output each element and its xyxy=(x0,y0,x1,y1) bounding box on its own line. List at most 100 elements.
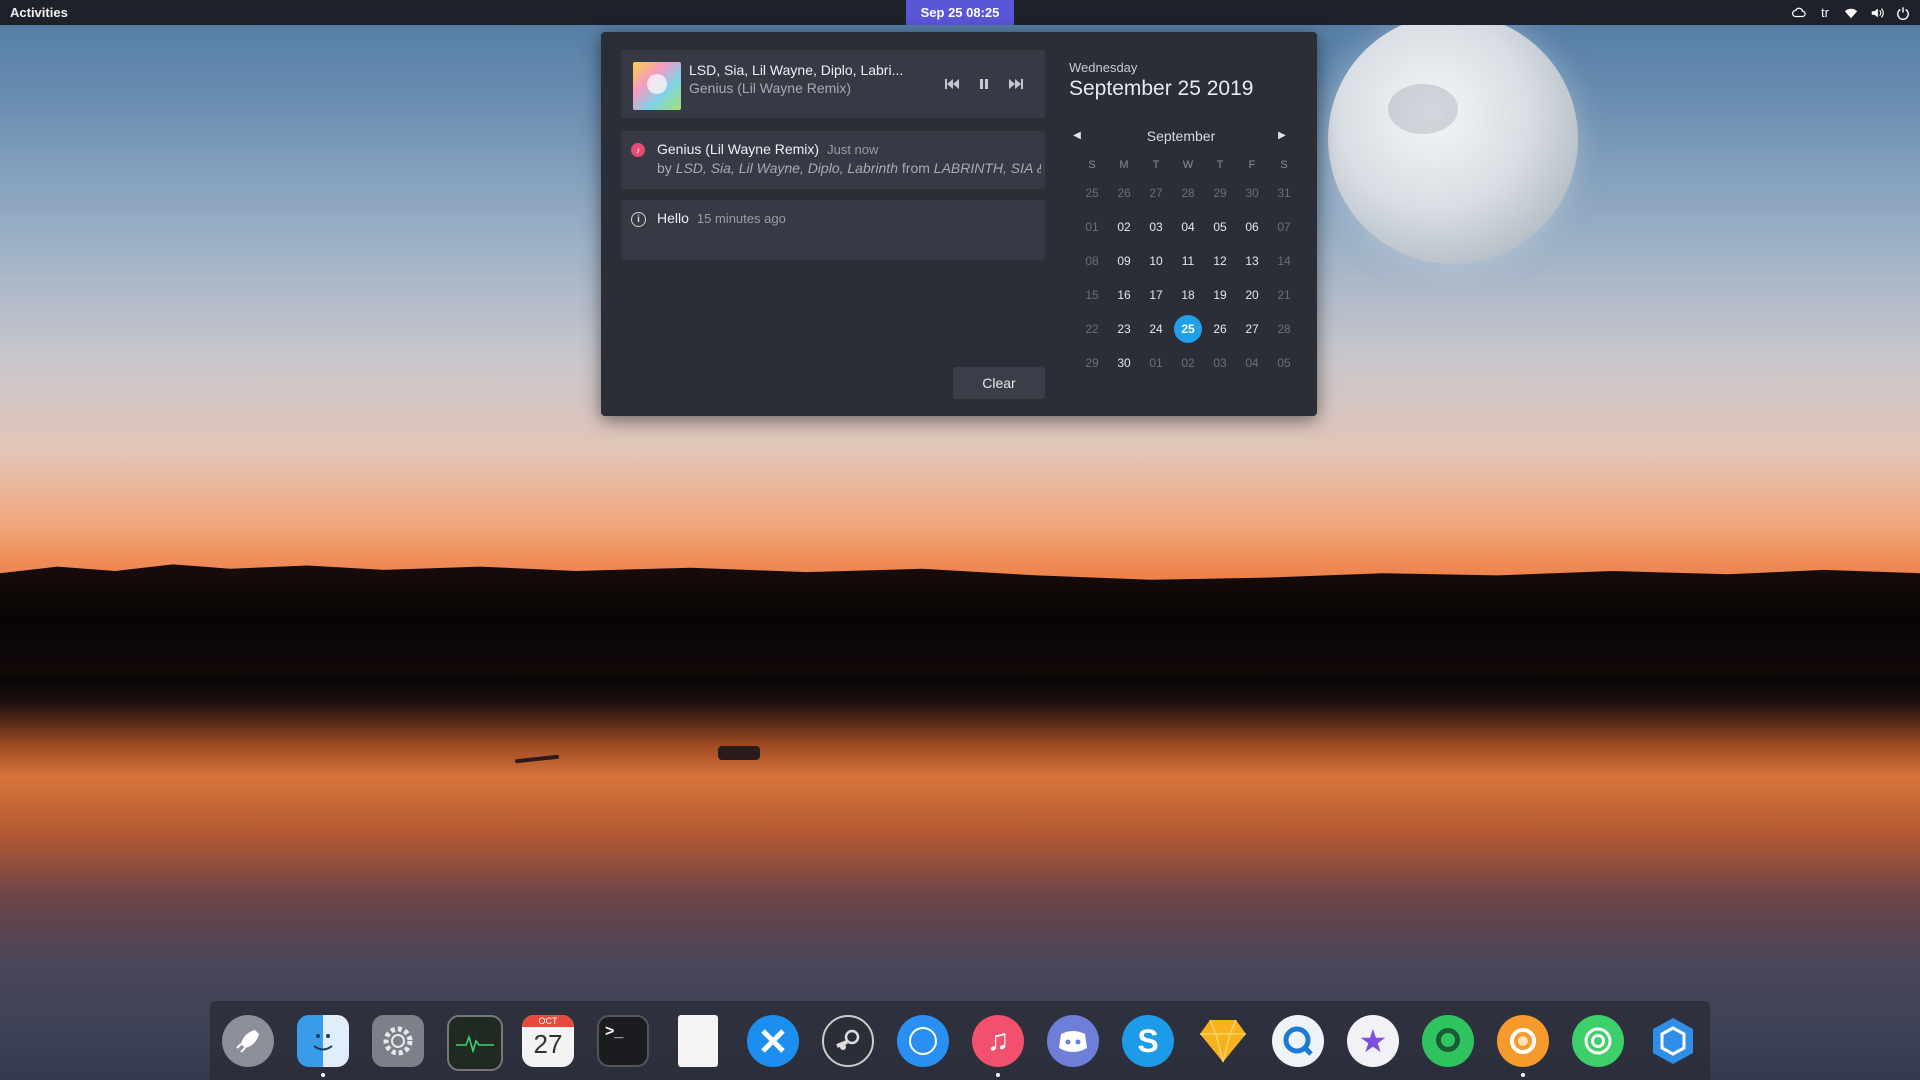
dock-item-blue-hex[interactable] xyxy=(1647,1015,1699,1067)
calendar-day[interactable]: 10 xyxy=(1139,244,1173,278)
dock-item-skype[interactable]: S xyxy=(1122,1015,1174,1067)
calendar-day[interactable]: 04 xyxy=(1171,210,1205,244)
calendar-day-number: 10 xyxy=(1149,254,1163,268)
dock-item-orange-ring[interactable] xyxy=(1497,1015,1549,1077)
dock-item-calendar[interactable]: OCT 27 xyxy=(522,1015,574,1067)
calendar-day[interactable]: 13 xyxy=(1235,244,1269,278)
calendar-day[interactable]: 16 xyxy=(1107,278,1141,312)
calendar-day[interactable]: 03 xyxy=(1139,210,1173,244)
notification-body-prefix: by xyxy=(657,160,676,176)
media-player-card[interactable]: LSD, Sia, Lil Wayne, Diplo, Labri... Gen… xyxy=(621,50,1045,118)
dock-item-green-ring[interactable] xyxy=(1572,1015,1624,1067)
next-month-icon[interactable]: ▶ xyxy=(1274,128,1290,144)
calendar-day-number: 22 xyxy=(1085,322,1099,336)
dock: OCT 27 >_ ♫ S ★ xyxy=(210,1001,1710,1080)
calendar-day[interactable]: 12 xyxy=(1203,244,1237,278)
pause-icon[interactable] xyxy=(975,75,993,93)
language-indicator[interactable]: tr xyxy=(1818,4,1832,22)
dock-item-safari[interactable] xyxy=(897,1015,949,1067)
calendar-day[interactable]: 02 xyxy=(1171,346,1205,380)
calendar-day-today[interactable]: 25 xyxy=(1171,312,1205,346)
document-icon xyxy=(678,1015,718,1067)
calendar-day-number: 14 xyxy=(1277,254,1291,268)
calendar-day[interactable]: 05 xyxy=(1267,346,1301,380)
calendar-day-number: 01 xyxy=(1149,356,1163,370)
weekday-header: S xyxy=(1280,159,1288,171)
calendar-day-number: 11 xyxy=(1181,254,1195,268)
activities-button[interactable]: Activities xyxy=(10,0,68,25)
calendar-day[interactable]: 07 xyxy=(1267,210,1301,244)
calendar-full-date[interactable]: September 25 2019 xyxy=(1069,77,1253,101)
previous-track-icon[interactable] xyxy=(943,75,961,93)
music-notification[interactable]: ♪ Genius (Lil Wayne Remix) Just now by LS… xyxy=(621,131,1045,189)
next-track-icon[interactable] xyxy=(1007,75,1025,93)
calendar-day[interactable]: 19 xyxy=(1203,278,1237,312)
calendar-day-number: 07 xyxy=(1277,220,1291,234)
calendar-day[interactable]: 26 xyxy=(1203,312,1237,346)
calendar-day[interactable]: 23 xyxy=(1107,312,1141,346)
calendar-day-number: 29 xyxy=(1213,186,1227,200)
calendar-day[interactable]: 30 xyxy=(1235,176,1269,210)
dock-item-imovie[interactable]: ★ xyxy=(1347,1015,1399,1067)
calendar-day[interactable]: 02 xyxy=(1107,210,1141,244)
media-artist: LSD, Sia, Lil Wayne, Diplo, Labri... xyxy=(689,62,904,78)
calendar-day[interactable]: 01 xyxy=(1139,346,1173,380)
dock-item-finder[interactable] xyxy=(297,1015,349,1077)
calendar-day[interactable]: 20 xyxy=(1235,278,1269,312)
dock-item-green-chat[interactable] xyxy=(1422,1015,1474,1067)
dock-item-system-preferences[interactable] xyxy=(372,1015,424,1067)
calendar-day[interactable]: 30 xyxy=(1107,346,1141,380)
hello-notification[interactable]: i Hello 15 minutes ago xyxy=(621,200,1045,260)
calendar-day[interactable]: 05 xyxy=(1203,210,1237,244)
notification-body: by LSD, Sia, Lil Wayne, Diplo, Labrinth … xyxy=(657,160,1041,176)
calendar-day[interactable]: 31 xyxy=(1267,176,1301,210)
calendar-day[interactable]: 03 xyxy=(1203,346,1237,380)
calendar-day[interactable]: 01 xyxy=(1075,210,1109,244)
power-icon[interactable] xyxy=(1896,4,1910,22)
dock-item-steam[interactable] xyxy=(822,1015,874,1067)
calendar-day[interactable]: 27 xyxy=(1139,176,1173,210)
dock-item-discord[interactable] xyxy=(1047,1015,1099,1067)
calendar-day[interactable]: 18 xyxy=(1171,278,1205,312)
dock-item-terminal[interactable]: >_ xyxy=(597,1015,649,1067)
calendar-day[interactable]: 06 xyxy=(1235,210,1269,244)
calendar-day[interactable]: 11 xyxy=(1171,244,1205,278)
calendar-day-number: 29 xyxy=(1085,356,1099,370)
calendar-day[interactable]: 08 xyxy=(1075,244,1109,278)
calendar-day[interactable]: 25 xyxy=(1075,176,1109,210)
calendar-day[interactable]: 04 xyxy=(1235,346,1269,380)
star-icon: ★ xyxy=(1347,1015,1399,1067)
calendar-week-row: 22 23 24 25 26 27 28 xyxy=(1075,312,1291,346)
calendar-day[interactable]: 29 xyxy=(1203,176,1237,210)
wifi-icon[interactable] xyxy=(1844,4,1858,22)
dock-item-music[interactable]: ♫ xyxy=(972,1015,1024,1077)
calendar-day[interactable]: 26 xyxy=(1107,176,1141,210)
dock-item-text-editor[interactable] xyxy=(672,1015,724,1067)
clock-button[interactable]: Sep 25 08:25 xyxy=(906,0,1014,25)
calendar-week-row: 25 26 27 28 29 30 31 xyxy=(1075,176,1290,210)
dock-item-activity-monitor[interactable] xyxy=(447,1015,503,1071)
volume-icon[interactable] xyxy=(1870,4,1884,22)
dock-item-quicktime[interactable] xyxy=(1272,1015,1324,1067)
calendar-day[interactable]: 28 xyxy=(1171,176,1205,210)
calendar-day[interactable]: 28 xyxy=(1267,312,1301,346)
calendar-day[interactable]: 24 xyxy=(1139,312,1173,346)
calendar-day[interactable]: 14 xyxy=(1267,244,1301,278)
calendar-day[interactable]: 22 xyxy=(1075,312,1109,346)
previous-month-icon[interactable]: ◀ xyxy=(1069,128,1085,144)
clear-button[interactable]: Clear xyxy=(953,367,1045,399)
calendar-day[interactable]: 09 xyxy=(1107,244,1141,278)
notification-body-album: LABRINTH, SIA & ... xyxy=(933,160,1041,176)
calendar-day[interactable]: 27 xyxy=(1235,312,1269,346)
dock-item-launchpad[interactable] xyxy=(222,1015,274,1067)
cloud-icon[interactable] xyxy=(1792,4,1806,22)
calendar-day-number: 13 xyxy=(1245,254,1259,268)
calendar-day[interactable]: 15 xyxy=(1075,278,1109,312)
calendar-day[interactable]: 17 xyxy=(1139,278,1173,312)
chat-bubble-icon xyxy=(1422,1015,1474,1067)
music-note-icon: ♫ xyxy=(972,1015,1024,1067)
calendar-day[interactable]: 21 xyxy=(1267,278,1301,312)
calendar-day[interactable]: 29 xyxy=(1075,346,1109,380)
dock-item-xcode-tools[interactable] xyxy=(747,1015,799,1067)
dock-item-sketch[interactable] xyxy=(1197,1015,1249,1067)
